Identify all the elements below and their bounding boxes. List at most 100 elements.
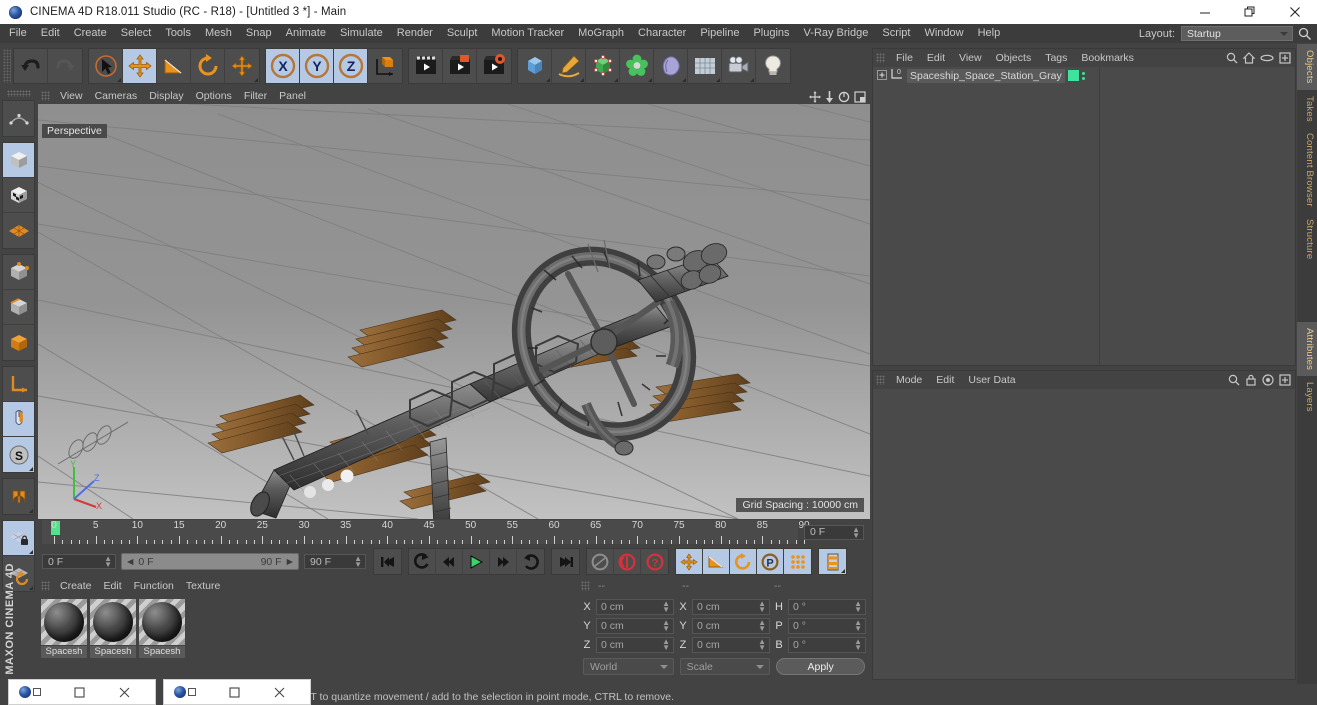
viewport-menu-cameras[interactable]: Cameras <box>89 90 144 102</box>
previous-keyframe-icon[interactable] <box>409 549 436 574</box>
tab-structure[interactable]: Structure <box>1297 213 1317 265</box>
size-z-field[interactable]: 0 cm ▲ ▼ <box>692 636 770 653</box>
x-axis-lock-icon[interactable]: X <box>266 48 300 83</box>
undo-icon[interactable] <box>14 48 48 83</box>
coordinate-system-dropdown[interactable]: World <box>583 658 674 675</box>
restore-icon[interactable] <box>1227 0 1272 24</box>
viewport-grip[interactable] <box>41 91 50 101</box>
spinner-icon[interactable]: ▲ ▼ <box>662 618 670 632</box>
array-modeling-icon[interactable] <box>620 48 654 83</box>
soft-selection-icon[interactable]: S <box>3 437 34 472</box>
rotation-p-field[interactable]: 0 ° ▲ ▼ <box>788 617 866 634</box>
edge-mode-icon[interactable] <box>3 290 34 325</box>
move-tool-icon[interactable] <box>123 48 157 83</box>
target-icon[interactable] <box>1262 373 1274 391</box>
next-keyframe-icon[interactable] <box>517 549 544 574</box>
environment-floor-icon[interactable] <box>688 48 722 83</box>
viewport-canvas[interactable]: Perspective Y X Z Grid Spacing: 10000 c… <box>38 104 870 519</box>
object-manager-grip[interactable] <box>876 53 885 63</box>
close-icon[interactable] <box>1272 0 1317 24</box>
taskbar-window-1[interactable] <box>8 679 156 705</box>
spinner-icon[interactable]: ▲ ▼ <box>662 599 670 613</box>
range-left-arrow-icon[interactable]: ◄ <box>125 556 135 568</box>
spinner-icon[interactable]: ▲ ▼ <box>104 555 112 569</box>
spinner-icon[interactable]: ▲ ▼ <box>854 618 862 632</box>
restore-icon[interactable] <box>57 686 102 698</box>
attribute-menu-mode[interactable]: Mode <box>889 374 929 386</box>
tab-objects[interactable]: Objects <box>1297 44 1317 90</box>
object-menu-bookmarks[interactable]: Bookmarks <box>1074 52 1141 64</box>
workplane-mode-icon[interactable] <box>3 213 34 248</box>
spinner-icon[interactable]: ▲ ▼ <box>662 637 670 651</box>
parameter-key-icon[interactable]: P <box>757 549 784 574</box>
menu-motion-tracker[interactable]: Motion Tracker <box>484 24 571 43</box>
position-z-field[interactable]: 0 cm ▲ ▼ <box>596 636 674 653</box>
current-frame-field[interactable]: 0 F ▲ ▼ <box>804 524 864 540</box>
preview-range-bar[interactable]: ◄ 0 F 90 F ► <box>121 553 299 570</box>
menu-vray-bridge[interactable]: V-Ray Bridge <box>797 24 876 43</box>
move-alt-icon[interactable] <box>225 48 259 83</box>
attribute-menu-edit[interactable]: Edit <box>929 374 961 386</box>
rotation-key-icon[interactable] <box>730 549 757 574</box>
world-object-axis-icon[interactable] <box>368 48 402 83</box>
menu-render[interactable]: Render <box>390 24 440 43</box>
material-sphere-icon[interactable] <box>139 599 185 645</box>
viewport-menu-view[interactable]: View <box>54 90 89 102</box>
material-menu-function[interactable]: Function <box>128 580 180 592</box>
camera-icon[interactable] <box>722 48 756 83</box>
expand-plus-icon[interactable] <box>877 67 887 85</box>
menu-window[interactable]: Window <box>917 24 970 43</box>
y-axis-lock-icon[interactable]: Y <box>300 48 334 83</box>
texture-mode-icon[interactable] <box>3 178 34 213</box>
step-forward-icon[interactable] <box>490 549 517 574</box>
nurbs-generator-icon[interactable] <box>586 48 620 83</box>
rotate-tool-icon[interactable] <box>191 48 225 83</box>
record-active-objects-icon[interactable] <box>614 549 641 574</box>
point-level-animation-icon[interactable] <box>784 549 811 574</box>
scale-key-icon[interactable] <box>703 549 730 574</box>
material-sphere-icon[interactable] <box>90 599 136 645</box>
object-tree[interactable]: 0 Spaceship_Space_Station_Gray <box>873 67 1295 366</box>
axis-mode-icon[interactable] <box>3 367 34 402</box>
size-x-field[interactable]: 0 cm ▲ ▼ <box>692 598 770 615</box>
menu-animate[interactable]: Animate <box>279 24 333 43</box>
menu-tools[interactable]: Tools <box>158 24 198 43</box>
material-sphere-icon[interactable] <box>41 599 87 645</box>
lock-icon[interactable] <box>1245 373 1257 391</box>
attribute-manager-grip[interactable] <box>876 375 885 385</box>
viewport-menu-display[interactable]: Display <box>143 90 189 102</box>
cube-primitive-icon[interactable] <box>518 48 552 83</box>
material-tag-icon[interactable] <box>1067 70 1079 81</box>
point-mode-icon[interactable] <box>3 255 34 290</box>
menu-snap[interactable]: Snap <box>239 24 279 43</box>
menu-character[interactable]: Character <box>631 24 693 43</box>
make-editable-icon[interactable] <box>3 101 34 136</box>
material-manager-grip[interactable] <box>41 581 50 591</box>
deformer-icon[interactable] <box>654 48 688 83</box>
coordinates-grip[interactable] <box>581 581 590 591</box>
material-item[interactable]: Spacesh <box>41 599 87 658</box>
menu-mesh[interactable]: Mesh <box>198 24 239 43</box>
go-to-start-icon[interactable] <box>374 549 401 574</box>
scale-tool-icon[interactable] <box>157 48 191 83</box>
tab-layers[interactable]: Layers <box>1297 376 1317 418</box>
spinner-icon[interactable]: ▲ ▼ <box>854 599 862 613</box>
menu-help[interactable]: Help <box>971 24 1008 43</box>
menu-pipeline[interactable]: Pipeline <box>693 24 746 43</box>
timeline-track[interactable]: 051015202530354045505560657075808590 <box>42 520 810 544</box>
start-frame-field[interactable]: 0 F ▲ ▼ <box>42 554 116 569</box>
spline-pen-icon[interactable] <box>552 48 586 83</box>
step-back-icon[interactable] <box>436 549 463 574</box>
model-mode-icon[interactable] <box>3 143 34 178</box>
render-settings-icon[interactable] <box>477 48 511 83</box>
viewport-menu-panel[interactable]: Panel <box>273 90 312 102</box>
search-icon[interactable] <box>1297 26 1313 42</box>
search-icon[interactable] <box>1228 373 1240 391</box>
menu-edit[interactable]: Edit <box>34 24 67 43</box>
object-menu-view[interactable]: View <box>952 52 989 64</box>
apply-button[interactable]: Apply <box>776 658 865 675</box>
range-right-arrow-icon[interactable]: ► <box>285 556 295 568</box>
menu-create[interactable]: Create <box>67 24 114 43</box>
material-menu-texture[interactable]: Texture <box>180 580 226 592</box>
enable-axis-icon[interactable] <box>3 402 34 437</box>
